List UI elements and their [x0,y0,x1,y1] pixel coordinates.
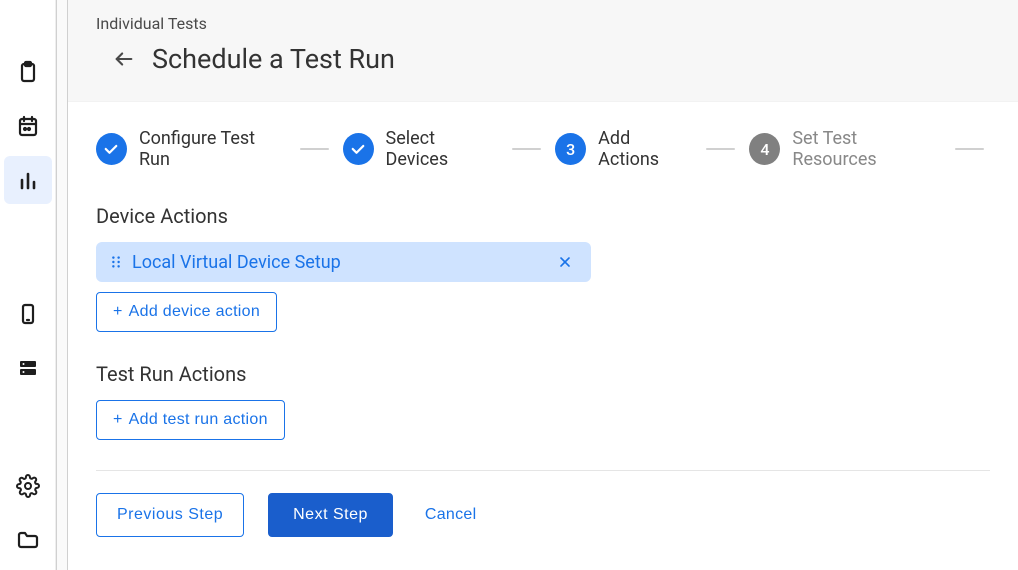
bar-chart-icon [16,168,40,192]
stepper: Configure Test Run Select Devices 3 Add … [96,128,990,170]
clipboard-icon [16,60,40,84]
calendar-icon [16,114,40,138]
sidebar-item-folder[interactable] [4,516,52,564]
sidebar-item-servers[interactable] [4,344,52,392]
step-connector [706,148,735,150]
add-device-action-label: Add device action [129,303,260,321]
test-run-actions-section: Test Run Actions + Add test run action [96,362,990,440]
step-label: Select Devices [386,128,499,170]
step-connector [955,148,984,150]
step-label: Configure Test Run [139,128,286,170]
add-test-run-action-label: Add test run action [129,411,268,429]
add-test-run-action-button[interactable]: + Add test run action [96,400,285,440]
device-actions-section: Device Actions Local Virtual Device Setu… [96,204,990,332]
drag-handle-icon [109,255,123,269]
check-icon [349,140,367,158]
breadcrumb[interactable]: Individual Tests [96,14,990,33]
server-icon [16,356,40,380]
add-device-action-button[interactable]: + Add device action [96,292,277,332]
step-indicator-complete [96,133,127,165]
wizard-footer: Previous Step Next Step Cancel [96,493,990,537]
drag-handle[interactable] [106,255,126,269]
step-indicator-complete [343,133,374,165]
arrow-left-icon [113,48,135,70]
plus-icon: + [113,303,123,321]
step-indicator-current: 3 [555,133,586,165]
step-connector [512,148,541,150]
step-select-devices[interactable]: Select Devices [343,128,499,170]
step-configure-test-run[interactable]: Configure Test Run [96,128,286,170]
resize-rail[interactable] [56,0,68,570]
sidebar-item-clipboard[interactable] [4,48,52,96]
step-label: Add Actions [598,128,692,170]
smartphone-icon [16,302,40,326]
step-set-test-resources[interactable]: 4 Set Test Resources [749,128,941,170]
plus-icon: + [113,411,123,429]
remove-action-button[interactable] [553,250,577,274]
page-title: Schedule a Test Run [152,43,395,75]
previous-step-button[interactable]: Previous Step [96,493,244,537]
folder-icon [16,528,40,552]
next-step-button[interactable]: Next Step [268,493,393,537]
main-body: Configure Test Run Select Devices 3 Add … [68,102,1018,563]
page-header: Individual Tests Schedule a Test Run [68,0,1018,102]
sidebar-item-devices[interactable] [4,290,52,338]
sidebar-item-analytics[interactable] [4,156,52,204]
section-title: Device Actions [96,204,990,228]
back-button[interactable] [110,45,138,73]
main-content: Individual Tests Schedule a Test Run Con… [68,0,1018,570]
check-icon [102,140,120,158]
sidebar-item-settings[interactable] [4,462,52,510]
step-connector [300,148,329,150]
device-action-item[interactable]: Local Virtual Device Setup [96,242,591,282]
close-icon [557,254,573,270]
gear-icon [16,474,40,498]
cancel-button[interactable]: Cancel [417,494,485,536]
step-label: Set Test Resources [792,128,941,170]
section-title: Test Run Actions [96,362,990,386]
sidebar [0,0,56,570]
action-item-label: Local Virtual Device Setup [132,252,553,273]
step-indicator-pending: 4 [749,133,780,165]
sidebar-item-calendar[interactable] [4,102,52,150]
step-add-actions[interactable]: 3 Add Actions [555,128,692,170]
divider [96,470,990,471]
